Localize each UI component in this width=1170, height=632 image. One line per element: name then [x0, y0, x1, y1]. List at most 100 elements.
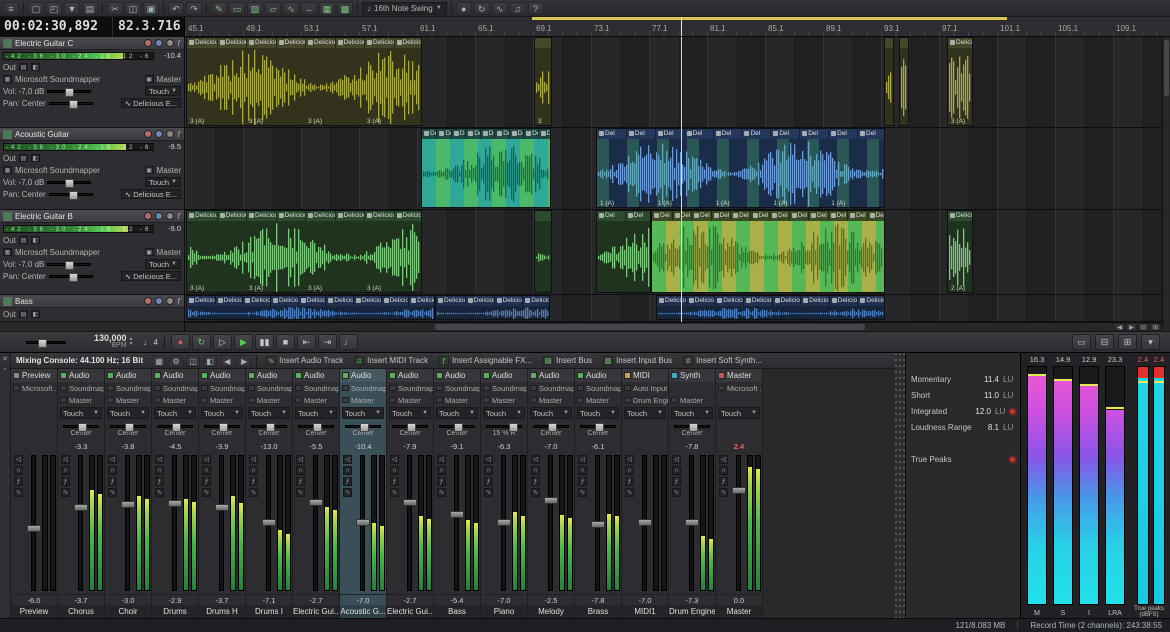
scroll-right-icon[interactable]: ▶	[237, 355, 251, 367]
midi-settings-icon[interactable]: ♫	[510, 2, 526, 15]
speaker-icon[interactable]: ◁	[437, 455, 446, 464]
pan-handle[interactable]	[454, 423, 463, 432]
fader-handle[interactable]	[544, 497, 558, 504]
pan-slider[interactable]	[345, 425, 381, 428]
vscroll-thumb[interactable]	[1164, 40, 1169, 96]
insert-button[interactable]: ▥Insert Input Bus	[599, 354, 676, 367]
time-select-tool-icon[interactable]: ↔	[301, 2, 317, 15]
strip-automation-select[interactable]: Touch▼	[530, 407, 572, 419]
fader-handle[interactable]	[215, 504, 229, 511]
strip-device-row[interactable]: Soundmapper	[528, 382, 574, 394]
fader-handle[interactable]	[638, 519, 652, 526]
strip-device-row[interactable]: Soundmapper	[340, 382, 386, 394]
strip-name[interactable]: Drums H	[199, 605, 245, 618]
insert-button[interactable]: ▤Insert Bus	[539, 354, 596, 367]
strip-output-row[interactable]: Master	[387, 394, 433, 406]
mixer-strip[interactable]: AudioSoundmapperMasterTouch▼Center-13.0◁…	[246, 369, 293, 618]
automation-icon[interactable]: ∿	[484, 488, 493, 497]
pan-slider[interactable]	[157, 425, 193, 428]
strip-name[interactable]: Chorus	[58, 605, 104, 618]
automation-icon[interactable]: ∿	[202, 488, 211, 497]
cut-icon[interactable]: ✂	[107, 2, 123, 15]
strip-name[interactable]: Electric Gui...	[293, 605, 339, 618]
strip-device-row[interactable]: Soundmapper	[575, 382, 621, 394]
swing-select[interactable]: ♪16th Note Swing▼	[362, 2, 447, 15]
strip-device-row[interactable]: Auto Input	[622, 382, 668, 394]
fader-track[interactable]	[689, 455, 694, 591]
track-fx-chain[interactable]: ∿Delicious E...	[121, 189, 181, 199]
strip-name[interactable]: Electric Gui...	[387, 605, 433, 618]
mixer-strip[interactable]: AudioSoundmapperMasterTouch▼Center-9.1◁∩…	[434, 369, 481, 618]
strip-device-row[interactable]	[669, 382, 715, 394]
strip-pan-control[interactable]: Center	[340, 420, 386, 441]
scroll-left-icon[interactable]: ◀	[1114, 323, 1125, 331]
strip-device-row[interactable]: Soundmapper	[387, 382, 433, 394]
panel-splitter[interactable]	[895, 353, 905, 618]
automation-icon[interactable]: ∿	[390, 488, 399, 497]
mixer-strip[interactable]: SynthMasterTouch▼Center-7.8◁∩ƒ∿-7.3Drum …	[669, 369, 716, 618]
pan-slider[interactable]	[298, 425, 334, 428]
bus-icon[interactable]: ▤	[19, 236, 28, 244]
strip-device-row[interactable]: Soundmapper	[434, 382, 480, 394]
audio-clip[interactable]: DelDelDelDelDelDelDelDelDelDelDelDel	[651, 210, 885, 293]
strip-output-row[interactable]: Master	[199, 394, 245, 406]
pan-handle[interactable]	[266, 423, 275, 432]
strip-output-row[interactable]: Master	[246, 394, 292, 406]
solo-button[interactable]	[166, 39, 174, 47]
pan-slider[interactable]	[439, 425, 475, 428]
fader-handle[interactable]	[262, 519, 276, 526]
pan-handle[interactable]	[78, 423, 87, 432]
zoom-in-icon[interactable]: ⊞	[1150, 323, 1161, 331]
strip-automation-select[interactable]: Touch▼	[436, 407, 478, 419]
automation-icon[interactable]: ∿	[625, 488, 634, 497]
strip-automation-select[interactable]: Touch▼	[389, 407, 431, 419]
snap-toggle-icon[interactable]: ▦	[319, 2, 335, 15]
insert-button[interactable]: ♯Insert Soft Synth...	[679, 354, 766, 367]
close-icon[interactable]: ✕	[2, 355, 8, 363]
downmix-icon[interactable]: ◫	[186, 355, 200, 367]
copy-icon[interactable]: ◫	[125, 2, 141, 15]
speaker-icon[interactable]: ◁	[719, 455, 728, 464]
strip-name[interactable]: Melody	[528, 605, 574, 618]
strip-output-row[interactable]: Master	[434, 394, 480, 406]
bpm-spinner[interactable]: ▲▼	[129, 337, 134, 347]
settings-icon[interactable]: ⚙	[169, 355, 183, 367]
float-window-icon[interactable]: ▫	[4, 366, 6, 373]
pan-slider-handle[interactable]	[69, 100, 78, 109]
fader-track[interactable]	[642, 455, 647, 591]
pan-handle[interactable]	[360, 423, 369, 432]
strip-output-row[interactable]: Master	[340, 394, 386, 406]
new-project-icon[interactable]: ▢	[28, 2, 44, 15]
mixer-strip[interactable]: AudioSoundmapperMasterTouch▼Center-7.9◁∩…	[387, 369, 434, 618]
mixer-strip[interactable]: AudioSoundmapperMasterTouch▼Center-4.5◁∩…	[152, 369, 199, 618]
speaker-icon[interactable]: ◁	[155, 455, 164, 464]
preview-volume-slider[interactable]	[26, 341, 66, 344]
strip-device-row[interactable]: Soundmapper	[105, 382, 151, 394]
strip-device-row[interactable]: Soundmapper	[199, 382, 245, 394]
track-header[interactable]: BassƒOut▤◧-42 -36 -30 -24 -18 -12 -6-9.1	[0, 295, 184, 322]
track-fx-chain[interactable]: ∿Delicious E...	[121, 98, 181, 108]
bus-icon[interactable]: ▤	[19, 310, 28, 318]
redo-icon[interactable]: ↷	[186, 2, 202, 15]
strip-device-row[interactable]: Soundmapper	[152, 382, 198, 394]
solo-button[interactable]	[166, 297, 174, 305]
record-arm-button[interactable]	[144, 212, 152, 220]
strip-device-row[interactable]: Soundmapper	[481, 382, 527, 394]
mixer-strip[interactable]: AudioSoundmapperMasterTouch▼Center-5.5◁∩…	[293, 369, 340, 618]
mixer-strip[interactable]: PreviewMicrosoft ...◁∩ƒ∿-6.0Preview	[11, 369, 58, 618]
track-title-bar[interactable]: Electric Guitar Cƒ	[0, 37, 184, 50]
phase-icon[interactable]: ◧	[31, 310, 40, 318]
zoom-in-icon[interactable]: ⊞	[1118, 334, 1137, 350]
phase-icon[interactable]: ◧	[31, 63, 40, 71]
fader-track[interactable]	[736, 455, 741, 591]
volume-slider-handle[interactable]	[65, 88, 74, 97]
metronome-button[interactable]: ♩	[339, 334, 358, 350]
speaker-icon[interactable]: ◁	[249, 455, 258, 464]
speaker-icon[interactable]: ◁	[61, 455, 70, 464]
automation-icon[interactable]: ∿	[296, 488, 305, 497]
hscroll-thumb[interactable]	[435, 324, 865, 330]
selection-tool-icon[interactable]: ▭	[229, 2, 245, 15]
loop-region-band[interactable]	[532, 17, 1007, 20]
automation-icon[interactable]: ∿	[719, 488, 728, 497]
strip-pan-control[interactable]: Center	[58, 420, 104, 441]
